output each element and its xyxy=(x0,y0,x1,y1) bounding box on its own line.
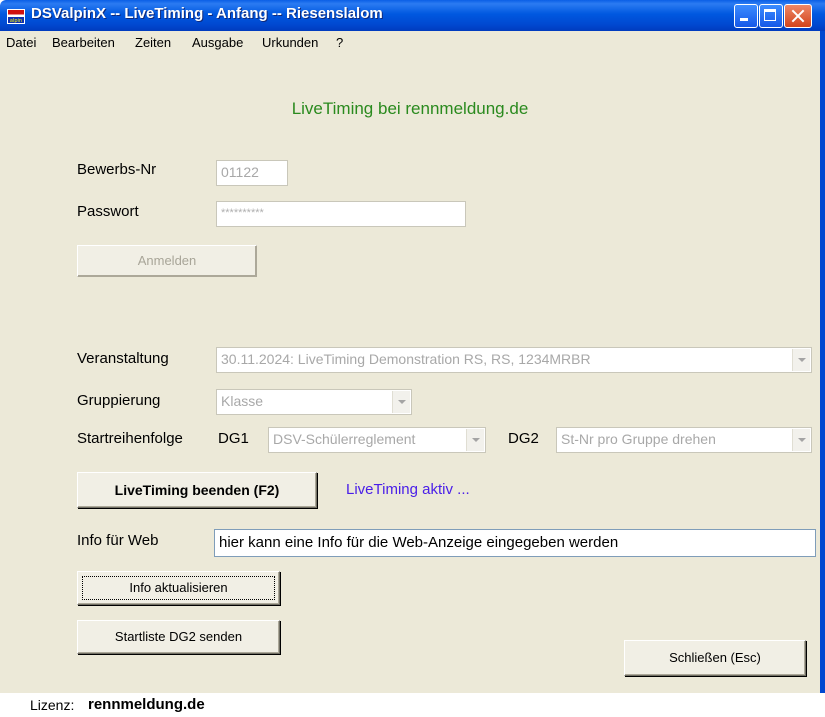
gruppierung-select[interactable]: Klasse xyxy=(216,389,412,415)
license-label: Lizenz: xyxy=(30,697,75,713)
title-bar[interactable]: alpin DSValpinX -- LiveTiming - Anfang -… xyxy=(0,0,825,31)
dg1-value: DSV-Schülerreglement xyxy=(273,431,416,447)
bewerbs-nr-label: Bewerbs-Nr xyxy=(77,161,157,178)
veranstaltung-value: 30.11.2024: LiveTiming Demonstration RS,… xyxy=(221,351,591,367)
close-icon[interactable] xyxy=(784,4,812,28)
menu-zeiten[interactable]: Zeiten xyxy=(135,35,171,50)
veranstaltung-select[interactable]: 30.11.2024: LiveTiming Demonstration RS,… xyxy=(216,347,812,373)
menu-urkunden[interactable]: Urkunden xyxy=(262,35,318,50)
minimize-icon[interactable] xyxy=(734,4,758,28)
menu-bearbeiten[interactable]: Bearbeiten xyxy=(52,35,115,50)
dg1-label: DG1 xyxy=(218,430,249,447)
schliessen-button[interactable]: Schließen (Esc) xyxy=(624,640,806,676)
app-icon[interactable]: alpin xyxy=(7,9,25,24)
maximize-icon[interactable] xyxy=(759,4,783,28)
livetiming-beenden-label: LiveTiming beenden (F2) xyxy=(114,482,280,498)
chevron-down-icon[interactable] xyxy=(792,349,810,371)
livetiming-status: LiveTiming aktiv ... xyxy=(346,481,470,498)
menu-ausgabe[interactable]: Ausgabe xyxy=(192,35,243,50)
menu-datei[interactable]: Datei xyxy=(6,35,36,50)
bewerbs-nr-field[interactable]: 01122 xyxy=(216,160,288,186)
info-aktualisieren-label: Info aktualisieren xyxy=(129,580,228,595)
startreihenfolge-label: Startreihenfolge xyxy=(77,430,183,447)
info-aktualisieren-button[interactable]: Info aktualisieren xyxy=(77,571,280,605)
startliste-dg2-senden-label: Startliste DG2 senden xyxy=(114,629,243,644)
startliste-dg2-senden-button[interactable]: Startliste DG2 senden xyxy=(77,620,280,654)
gruppierung-label: Gruppierung xyxy=(77,392,161,409)
license-value: rennmeldung.de xyxy=(88,696,205,713)
app-icon-text: alpin xyxy=(9,18,23,24)
status-bar: Lizenz: rennmeldung.de xyxy=(0,693,825,717)
passwort-label: Passwort xyxy=(77,203,139,220)
info-fuer-web-input[interactable]: hier kann eine Info für die Web-Anzeige … xyxy=(214,529,816,557)
window-frame-right xyxy=(820,31,825,693)
menu-help[interactable]: ? xyxy=(336,35,343,50)
chevron-down-icon[interactable] xyxy=(792,429,810,451)
anmelden-button[interactable]: Anmelden xyxy=(77,245,257,277)
dg2-select[interactable]: St-Nr pro Gruppe drehen xyxy=(556,427,812,453)
dg2-label: DG2 xyxy=(508,430,539,447)
dg1-select[interactable]: DSV-Schülerreglement xyxy=(268,427,486,453)
dialog-client-area: LiveTiming bei rennmeldung.de Bewerbs-Nr… xyxy=(0,53,820,693)
page-title: LiveTiming bei rennmeldung.de xyxy=(291,99,529,118)
anmelden-button-label: Anmelden xyxy=(137,253,197,268)
passwort-field[interactable]: ********** xyxy=(216,201,466,227)
livetiming-beenden-button[interactable]: LiveTiming beenden (F2) xyxy=(77,472,317,508)
window-title: DSValpinX -- LiveTiming - Anfang -- Ries… xyxy=(31,5,383,22)
chevron-down-icon[interactable] xyxy=(392,391,410,413)
chevron-down-icon[interactable] xyxy=(466,429,484,451)
schliessen-label: Schließen (Esc) xyxy=(669,650,761,665)
veranstaltung-label: Veranstaltung xyxy=(77,350,169,367)
gruppierung-value: Klasse xyxy=(221,393,264,409)
dg2-value: St-Nr pro Gruppe drehen xyxy=(561,431,716,447)
info-fuer-web-label: Info für Web xyxy=(77,532,159,549)
menu-bar: Datei Bearbeiten Zeiten Ausgabe Urkunden… xyxy=(0,31,825,53)
